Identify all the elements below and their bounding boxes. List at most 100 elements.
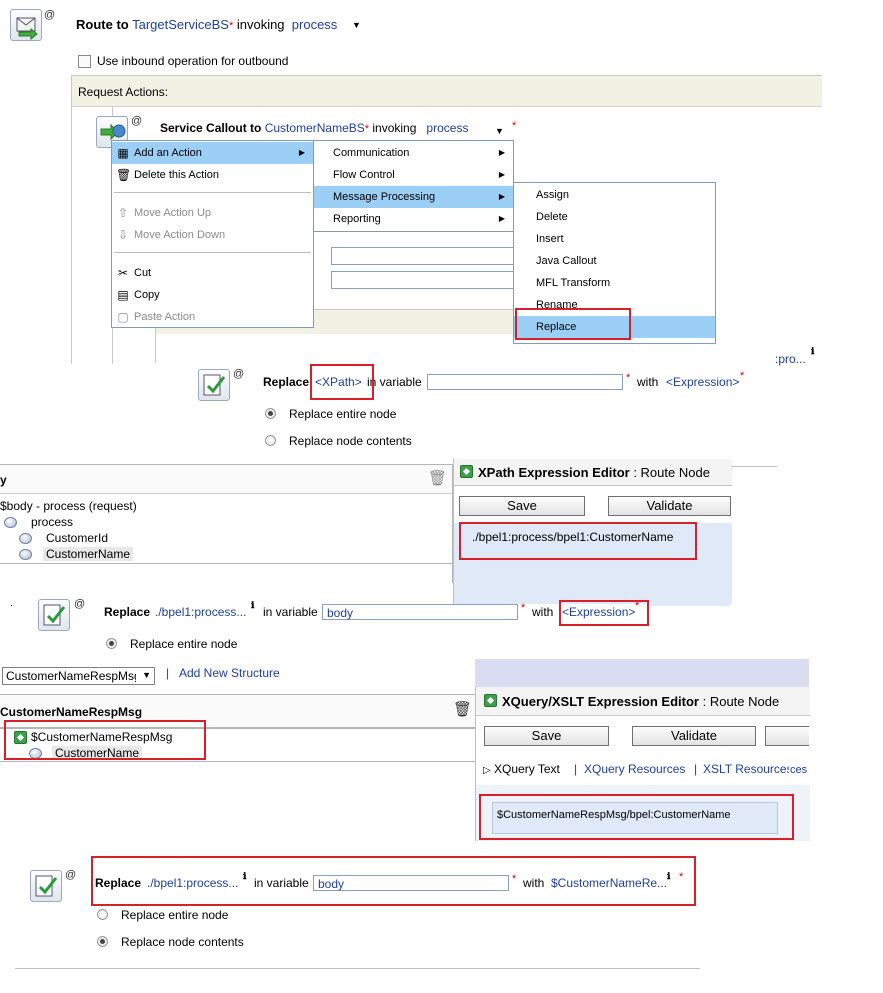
add-new-structure-link[interactable]: Add New Structure [179,666,280,680]
xpath-editor-subtitle: Route Node [640,465,710,480]
callout-operation[interactable]: process [426,121,468,135]
replace-icon[interactable] [198,369,230,401]
xquery-resources-tab[interactable]: XQuery Resources [584,762,685,776]
inbound-checkbox[interactable] [78,55,91,68]
bullet-dot: · [10,600,14,611]
tree-customer-name[interactable]: CustomerName [43,547,134,561]
xquery-text-tab-label: XQuery Text [494,762,560,776]
tree-process[interactable]: process [31,515,73,529]
menu-cut[interactable]: ✂ Cut [112,262,313,284]
replace2-entire-label: Replace entire node [130,637,238,651]
replace3-contents-radio[interactable] [97,936,108,947]
xquery-text-tab[interactable]: ▷ XQuery Text [483,762,560,776]
route-icon[interactable] [10,9,42,41]
request-actions-header: Request Actions: [72,76,822,107]
route-label: Route to [76,17,129,32]
copy-icon: ▤ [117,288,129,302]
add-action-icon: ▦ [117,146,129,160]
tree-customer-id[interactable]: CustomerId [46,531,108,545]
tree-root[interactable]: $body - process (request) [0,499,137,513]
replace-icon[interactable] [30,870,62,902]
submenu-arrow-icon: ▶ [298,148,305,157]
replace1-variable-input[interactable] [427,374,623,390]
menu-paste[interactable]: ▢ Paste Action [112,306,313,328]
menu-delete[interactable]: Delete [514,206,715,228]
menu-insert[interactable]: Insert [514,228,715,250]
menu-move-up-label: Move Action Up [134,207,212,219]
xpath-validate-button[interactable]: Validate [608,496,731,516]
callout-invoking: invoking [372,121,417,135]
required-marker: * [521,602,526,614]
route-service-link[interactable]: TargetServiceBS [132,17,229,32]
xquery-save-button[interactable]: Save [484,726,609,746]
tree-node-icon [19,533,32,544]
menu-insert-label: Insert [536,233,564,245]
replace2-entire-radio[interactable] [106,638,117,649]
callout-operation-dropdown-icon[interactable]: ▼ [495,126,504,136]
info-icon[interactable]: ℹ [811,346,814,357]
callout-service-link[interactable]: CustomerNameBS [265,121,365,135]
separator: | [574,762,578,776]
xpath-editor-title: XPath Expression Editor [478,465,630,480]
menu-copy[interactable]: ▤ Copy [112,284,313,306]
menu-assign[interactable]: Assign [514,184,715,206]
trash-icon: 🗑 [116,168,132,182]
replace-icon[interactable] [38,599,70,631]
annotation-box [479,794,794,840]
xslt-resources-tab-overflow: ces [790,764,808,776]
replace1-label: Replace [263,375,310,389]
arrow-down-icon: ⇩ [117,228,129,242]
route-operation-dropdown-icon[interactable]: ▼ [352,20,361,30]
menu-delete-action[interactable]: 🗑 Delete this Action [112,164,313,186]
play-icon: ▷ [483,765,491,776]
xquery-editor-title: XQuery/XSLT Expression Editor [502,694,699,709]
menu-flow-control[interactable]: Flow Control ▶ [314,164,513,186]
replace1-entire-radio[interactable] [265,408,276,419]
required-marker: * [626,372,631,384]
replace2-variable-input[interactable]: body [322,604,518,620]
annotation-box [559,600,649,626]
trash-icon[interactable]: 🗑 [428,469,447,487]
menu-delete-label: Delete [536,211,568,223]
menu-separator [114,192,311,193]
required-marker: * [740,370,745,382]
replace2-label: Replace [104,605,151,619]
annotation-box [91,856,696,906]
required-marker: * [364,123,370,135]
menu-reporting[interactable]: Reporting ▶ [314,208,513,230]
menu-flow-control-label: Flow Control [333,169,395,181]
annotation-box [459,522,697,560]
structure-select[interactable]: CustomerNameRespMsg ▼ [2,667,155,685]
bottom-divider [15,968,700,969]
menu-communication[interactable]: Communication ▶ [314,142,513,164]
menu-move-down[interactable]: ⇩ Move Action Down [112,224,313,246]
menu-move-up[interactable]: ⇧ Move Action Up [112,202,313,224]
menu-add-action[interactable]: ▦ Add an Action ▶ [112,142,313,164]
truncated-link[interactable]: :pro... [775,352,806,366]
replace1-expression-link[interactable]: <Expression> [666,375,739,389]
replace1-in-variable: in variable [367,375,422,389]
tree-node-icon [19,549,32,560]
at-icon: @ [74,598,86,610]
xquery-editor-icon [484,694,497,707]
menu-move-down-label: Move Action Down [134,229,226,241]
trash-icon[interactable]: 🗑 [453,700,472,718]
replace2-xpath-link[interactable]: ./bpel1:process... [155,605,246,619]
xquery-validate-button[interactable]: Validate [632,726,756,746]
menu-assign-label: Assign [536,189,570,201]
menu-delete-action-label: Delete this Action [134,169,219,181]
menu-copy-label: Copy [134,289,160,301]
route-operation[interactable]: process [292,17,338,32]
menu-java-callout[interactable]: Java Callout [514,250,715,272]
replace1-contents-radio[interactable] [265,435,276,446]
xquery-extra-button[interactable] [765,726,809,746]
required-marker: * [512,120,517,132]
at-icon: @ [44,9,56,21]
xpath-save-button[interactable]: Save [459,496,585,516]
info-icon[interactable]: ℹ [251,600,254,611]
structure-separator: | [166,666,170,680]
menu-mfl-transform[interactable]: MFL Transform [514,272,715,294]
replace3-entire-radio[interactable] [97,909,108,920]
menu-message-processing[interactable]: Message Processing ▶ [314,186,513,208]
xslt-resources-tab[interactable]: XSLT Resources [703,762,789,776]
